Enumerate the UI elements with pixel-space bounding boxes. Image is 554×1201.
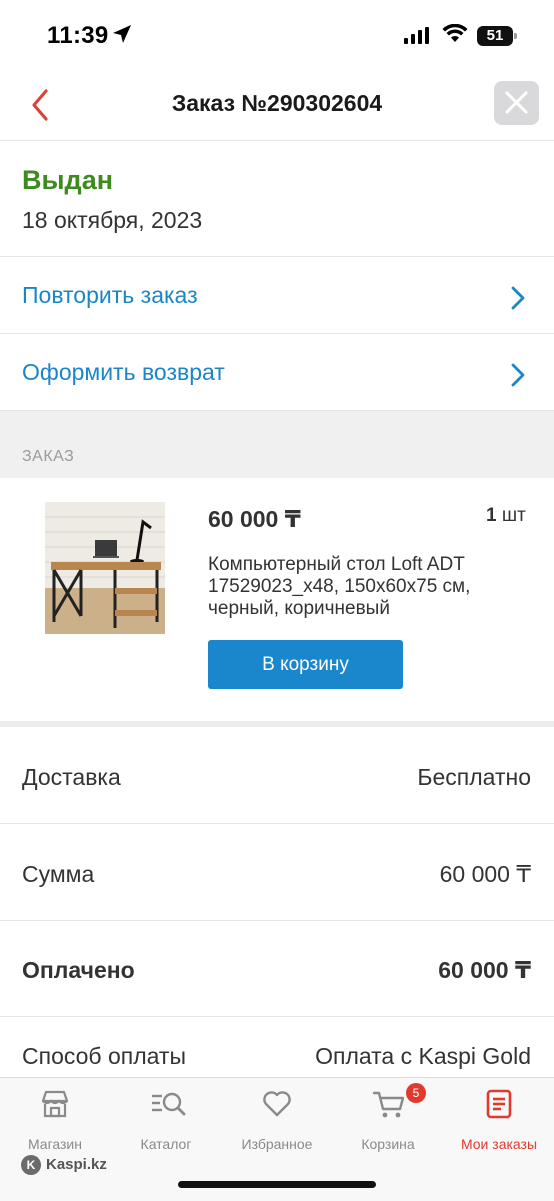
cart-icon (372, 1091, 405, 1118)
cellular-signal-icon (404, 27, 429, 44)
battery-icon: 51 (477, 26, 517, 46)
paid-label: Оплачено (22, 957, 135, 983)
return-order-row[interactable]: Оформить возврат (0, 334, 554, 411)
close-button[interactable] (494, 81, 539, 125)
order-item: 60 000 ₸ 1 шт Компьютерный стол Loft ADT… (0, 478, 554, 721)
tab-my-orders-label: Мои заказы (460, 1136, 538, 1152)
nav-header: Заказ №290302604 (0, 70, 554, 141)
order-status: Выдан (22, 165, 114, 195)
sum-label: Сумма (22, 861, 95, 887)
tab-catalog[interactable]: Каталог (111, 1086, 221, 1158)
repeat-order-label: Повторить заказ (22, 282, 198, 308)
payment-method-label: Способ оплаты (22, 1043, 186, 1069)
tab-store-label: Магазин (27, 1136, 82, 1152)
delivery-value: Бесплатно (417, 764, 531, 790)
sum-value: 60 000 ₸ (439, 861, 531, 887)
kaspi-logo-icon: K (21, 1155, 41, 1175)
orders-icon (486, 1089, 512, 1119)
home-indicator[interactable] (178, 1181, 376, 1188)
tab-cart[interactable]: Корзина (333, 1086, 443, 1158)
battery-level: 51 (486, 27, 504, 44)
sum-row: Сумма 60 000 ₸ (0, 824, 554, 921)
tab-store[interactable]: Магазин (0, 1086, 110, 1158)
product-image[interactable] (45, 502, 165, 634)
cart-badge: 5 (406, 1083, 426, 1103)
tab-my-orders[interactable]: Мои заказы (444, 1086, 554, 1158)
status-time: 11:39 (47, 22, 109, 49)
tab-cart-label: Корзина (361, 1136, 415, 1152)
page-title: Заказ №290302604 (171, 90, 383, 116)
tab-favorites-label: Избранное (241, 1136, 313, 1152)
tab-favorites[interactable]: Избранное (222, 1086, 332, 1158)
paid-row: Оплачено 60 000 ₸ (0, 920, 554, 1017)
section-label: ЗАКАЗ (22, 448, 75, 465)
payment-method-value: Оплата с Kaspi Gold (315, 1043, 531, 1069)
chevron-right-icon (511, 363, 525, 387)
product-name[interactable]: Компьютерный стол Loft ADT 17529023_x48,… (208, 554, 528, 620)
add-to-cart-button[interactable]: В корзину (208, 640, 403, 689)
return-order-label: Оформить возврат (22, 359, 225, 385)
chevron-right-icon (511, 286, 525, 310)
brand-label: Kaspi.kz (46, 1156, 107, 1173)
status-bar: 11:39 51 (0, 0, 554, 70)
heart-icon (263, 1091, 291, 1117)
store-icon (41, 1090, 69, 1118)
tab-catalog-label: Каталог (140, 1136, 192, 1152)
catalog-search-icon (152, 1092, 186, 1116)
close-icon (505, 91, 528, 114)
paid-value: 60 000 ₸ (438, 957, 531, 983)
order-date: 18 октября, 2023 (22, 207, 203, 233)
delivery-row: Доставка Бесплатно (0, 727, 554, 824)
section-header: ЗАКАЗ (0, 411, 554, 478)
repeat-order-row[interactable]: Повторить заказ (0, 257, 554, 334)
product-price: 60 000 ₸ (208, 506, 301, 532)
location-arrow-icon (113, 25, 131, 43)
order-status-block: Выдан 18 октября, 2023 (0, 141, 554, 257)
wifi-icon (442, 24, 468, 42)
product-quantity: 1 шт (486, 505, 526, 526)
delivery-label: Доставка (22, 764, 121, 790)
